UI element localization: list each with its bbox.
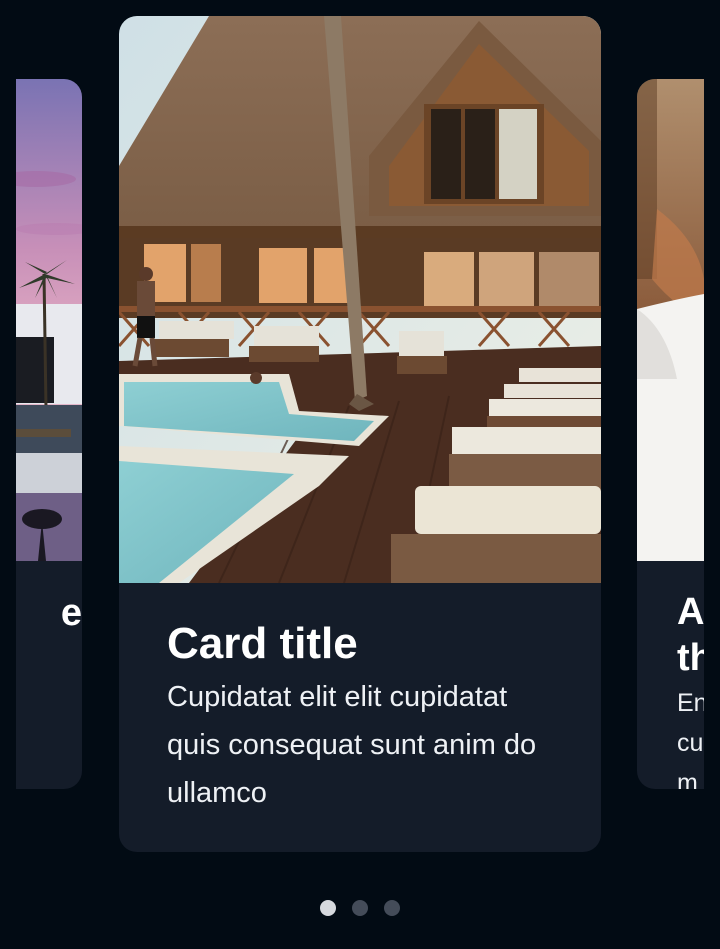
pagination-dot-3[interactable] — [384, 900, 400, 916]
pagination-dot-1[interactable] — [320, 900, 336, 916]
card-description-fragment: En cu m — [677, 689, 704, 789]
card-title-fragment: A th — [677, 591, 704, 679]
card-description: Cupidatat elit elit cupidatat quis conse… — [167, 681, 537, 809]
card-image-resort-pool — [119, 16, 601, 583]
card-title: Card title — [167, 619, 358, 668]
card-image-sunset-resort — [16, 79, 82, 561]
carousel-card-active[interactable]: Card title Cupidatat elit elit cupidatat… — [119, 16, 601, 852]
carousel-card-previous[interactable]: e — [16, 79, 82, 789]
card-image-person — [637, 79, 704, 561]
carousel-card-next[interactable]: A th En cu m — [637, 79, 704, 789]
carousel-pagination — [0, 900, 720, 918]
pagination-dot-2[interactable] — [352, 900, 368, 916]
